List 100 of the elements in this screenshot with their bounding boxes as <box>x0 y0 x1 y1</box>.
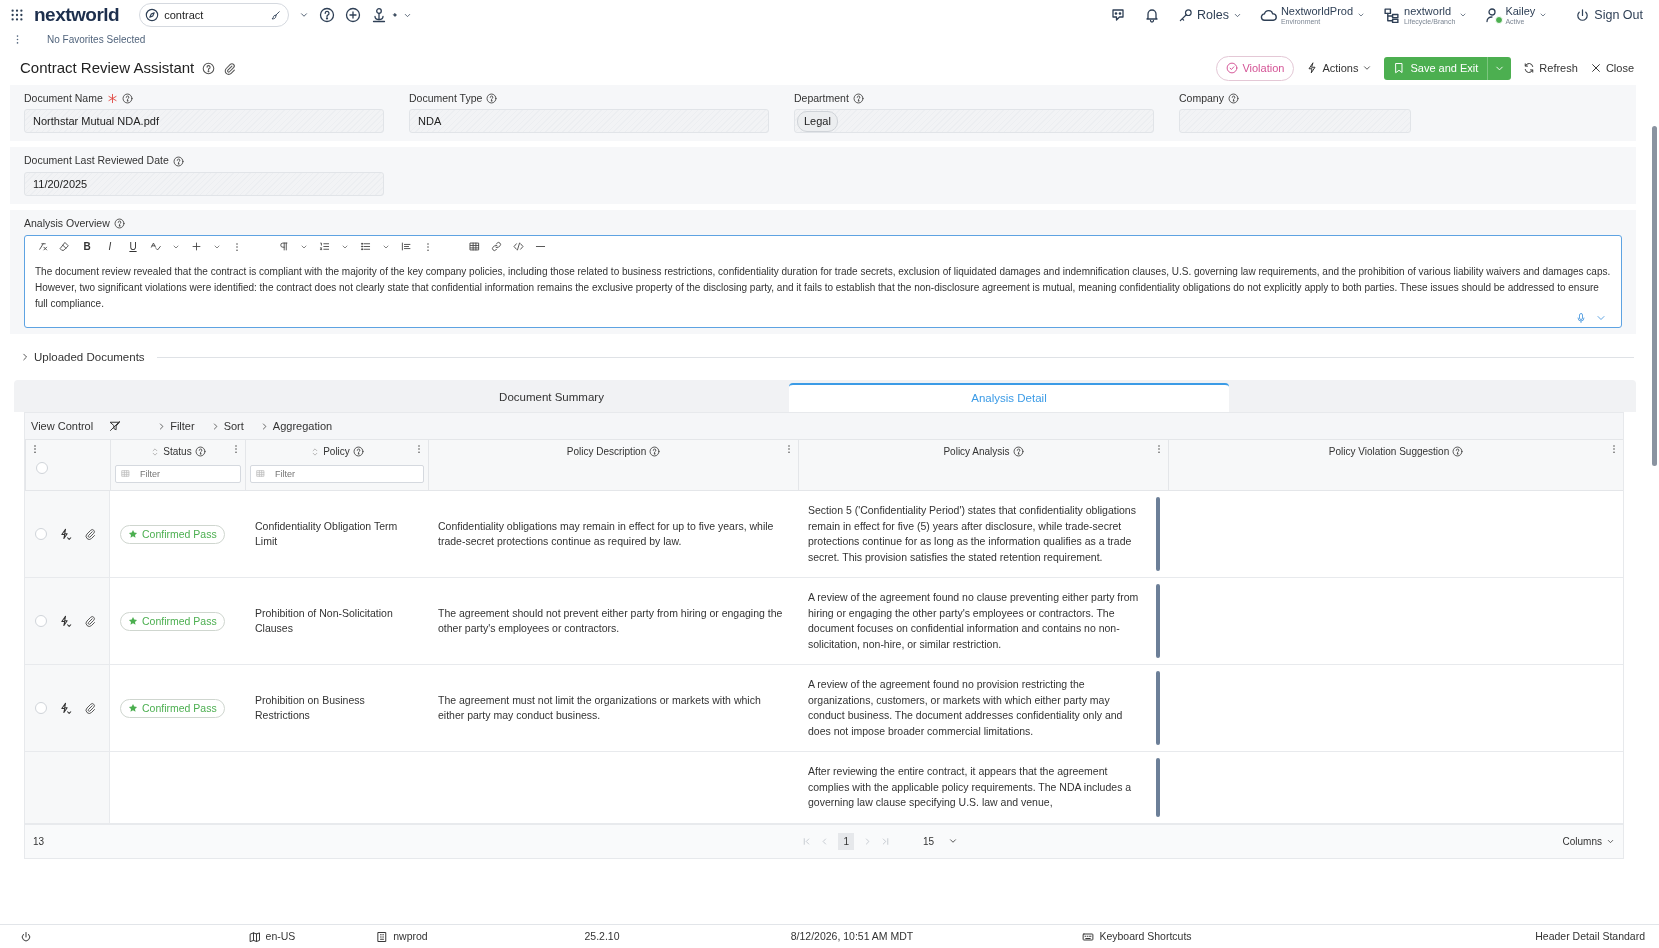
page-size-select[interactable]: 15 <box>917 832 965 850</box>
help-icon[interactable] <box>486 92 498 104</box>
caret-icon <box>1459 11 1468 19</box>
sign-out-button[interactable]: Sign Out <box>1575 5 1643 25</box>
insert-icon[interactable] <box>191 241 202 253</box>
key-icon <box>1177 7 1193 23</box>
column-header[interactable]: Policy <box>323 444 350 460</box>
link-icon[interactable] <box>491 241 502 253</box>
paragraph-icon[interactable] <box>278 241 289 253</box>
page-title: Contract Review Assistant <box>20 59 195 78</box>
select-all-radio[interactable] <box>36 462 48 475</box>
paperclip-icon[interactable] <box>84 528 96 541</box>
column-header[interactable]: Status <box>163 444 192 460</box>
chevron-right-icon <box>157 421 167 431</box>
help-icon[interactable] <box>649 446 661 458</box>
power-icon[interactable] <box>20 930 32 943</box>
row-select-radio[interactable] <box>35 615 47 628</box>
lightning-icon[interactable] <box>59 614 72 628</box>
paperclip-icon[interactable] <box>84 615 96 628</box>
tag: Legal <box>797 111 838 132</box>
filter-type-icon <box>256 469 265 479</box>
italic-button[interactable]: I <box>104 239 116 255</box>
table-cell: The agreement should not prevent either party from hiring or engaging the other party's employees or contractors. <box>428 578 798 666</box>
chat-icon[interactable] <box>1109 7 1126 23</box>
add-icon[interactable] <box>345 7 362 23</box>
help-icon[interactable] <box>121 92 133 104</box>
caret-icon <box>1539 11 1548 19</box>
filter-type-icon <box>121 469 130 479</box>
spellcheck-icon[interactable] <box>150 241 161 253</box>
row-select-radio[interactable] <box>35 528 47 541</box>
help-icon[interactable] <box>319 7 336 23</box>
row-select-radio[interactable] <box>35 702 47 715</box>
help-icon[interactable] <box>194 446 206 458</box>
text-field[interactable]: 11/20/2025 <box>24 172 384 196</box>
help-icon[interactable] <box>1227 92 1239 104</box>
clear-filter-icon[interactable] <box>109 420 122 433</box>
view-option[interactable]: Sort <box>210 418 244 435</box>
star-icon <box>128 703 138 714</box>
help-icon[interactable] <box>1452 446 1464 458</box>
filter-field[interactable]: Filter <box>250 465 424 484</box>
person-menu[interactable] <box>371 7 413 23</box>
bullet-list-icon[interactable] <box>360 241 371 253</box>
scrollbar-thumb[interactable] <box>1156 671 1160 746</box>
actions-menu[interactable]: Actions <box>1306 60 1373 77</box>
field-label: Department <box>794 90 849 106</box>
table-icon[interactable] <box>469 241 480 253</box>
scrollbar-thumb[interactable] <box>1156 758 1160 817</box>
page-number[interactable]: 1 <box>838 832 855 850</box>
close-button[interactable]: Close <box>1589 60 1634 77</box>
save-options-button[interactable] <box>1487 57 1512 80</box>
refresh-icon <box>1523 62 1536 75</box>
underline-button[interactable]: U <box>127 239 139 255</box>
violation-button[interactable]: Violation <box>1216 56 1295 81</box>
scrollbar-thumb[interactable] <box>1156 497 1160 572</box>
help-icon[interactable] <box>1012 446 1024 458</box>
align-icon[interactable] <box>401 241 412 253</box>
columns-menu[interactable]: Columns <box>1562 833 1615 849</box>
help-icon[interactable] <box>113 218 125 230</box>
bold-button[interactable]: B <box>81 239 93 255</box>
lightning-icon[interactable] <box>59 701 72 715</box>
column-header[interactable]: Policy Violation Suggestion <box>1328 444 1450 460</box>
view-option[interactable]: Filter <box>157 418 195 435</box>
help-icon[interactable] <box>202 61 216 75</box>
section-toggle[interactable]: Uploaded Documents <box>20 348 145 366</box>
logo[interactable]: nextworld <box>34 0 120 30</box>
caret-icon[interactable] <box>299 10 310 20</box>
text-field[interactable]: NDA <box>409 109 769 134</box>
microphone-icon[interactable] <box>1575 311 1587 324</box>
column-header[interactable]: Policy Analysis <box>943 444 1010 460</box>
table-cell: Prohibition on Business Restrictions <box>245 665 428 753</box>
paperclip-icon[interactable] <box>223 61 237 75</box>
filter-field[interactable]: Filter <box>115 465 241 484</box>
scrollbar-thumb[interactable] <box>1652 126 1657 466</box>
keyboard-icon <box>1082 930 1095 943</box>
paperclip-icon[interactable] <box>84 702 96 715</box>
search-field[interactable]: contract <box>139 3 290 27</box>
view-option[interactable]: Aggregation <box>259 418 333 435</box>
help-icon[interactable] <box>172 155 184 167</box>
roles-menu[interactable]: Roles <box>1177 5 1242 25</box>
column-header[interactable]: Policy Description <box>566 444 647 460</box>
editor-text: The document review revealed that the contract is compliant with the majority of the key company policies, including those related to business restrictions, confidentiality duration for trade secrets, exclusion of liquidated damages and indemnification clauses, U.S. governing law requirements, and the prohibition of various liability waivers and damages caps. However, two significant violations were identified: the contract does not clearly state that confidential information remains the exclusive property of the disclosing party, and it fails to establish that the non-disclosure agreement is mutual, meaning confidentiality obligations do not explicitly apply to both parties. These issues should be addressed to ensure full compliance. <box>34 264 1612 311</box>
locale-text: en-US <box>265 928 296 944</box>
eraser-icon[interactable] <box>59 241 70 253</box>
tab[interactable]: Document Summary <box>314 383 789 413</box>
help-icon[interactable] <box>352 446 364 458</box>
tag-field[interactable]: Legal <box>794 109 1154 134</box>
help-icon[interactable] <box>852 92 864 104</box>
text-field[interactable]: Northstar Mutual NDA.pdf <box>24 109 384 134</box>
apps-menu-icon[interactable] <box>10 8 24 22</box>
code-icon[interactable] <box>513 241 524 253</box>
refresh-button[interactable]: Refresh <box>1523 60 1578 77</box>
cell-text: After reviewing the entire contract, it appears that the agreement complies with the applicable policy requirements. The NDA includes a governing law clause specifying U.S. law and venue, <box>808 764 1133 811</box>
numbered-list-icon[interactable] <box>319 241 330 253</box>
clear-format-icon[interactable] <box>37 241 48 253</box>
scrollbar-thumb[interactable] <box>1156 584 1160 659</box>
rich-text-editor[interactable] <box>24 234 1622 328</box>
lightning-icon[interactable] <box>59 527 72 541</box>
layout-text: Header Detail Standard <box>1535 928 1645 944</box>
brush-icon[interactable] <box>270 10 282 21</box>
cell-text: A review of the agreement found no provision restricting the organizations, customers, or markets with which either party may conduct business. The document addresses confidentiality only and does not impose broader commercial limitations. <box>808 677 1124 739</box>
